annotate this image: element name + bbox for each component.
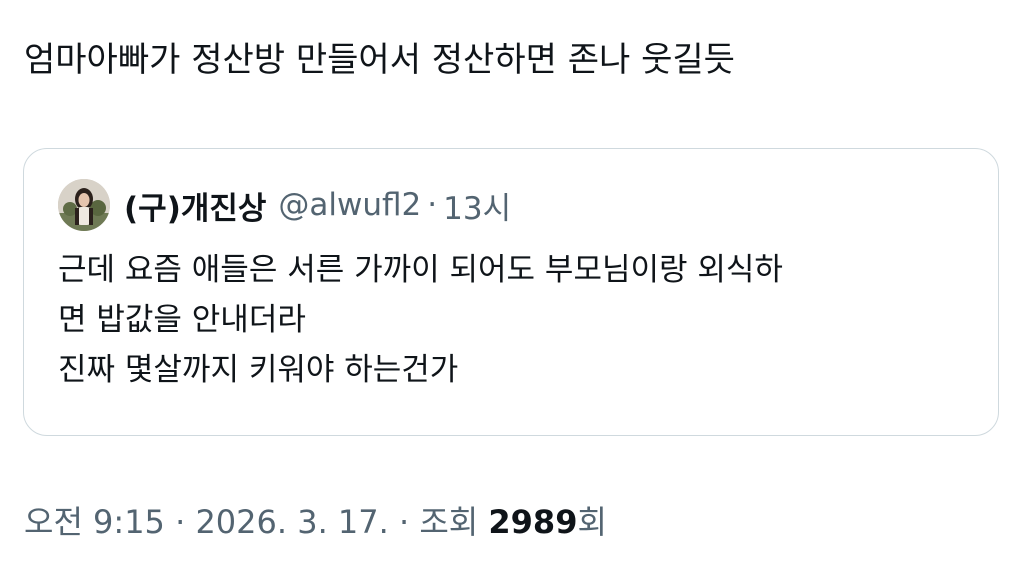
separator-dot: · xyxy=(398,503,410,541)
tweet-meta: 오전 9:15 · 2026. 3. 17. · 조회 2989회 xyxy=(24,500,607,544)
views-suffix: 회 xyxy=(577,503,607,541)
quoted-tweet-header: (구)개진상 @alwufl2 · 13시 xyxy=(58,179,511,231)
views-label: 조회 xyxy=(419,503,479,541)
quoted-tweet-card[interactable]: (구)개진상 @alwufl2 · 13시 근데 요즘 애들은 서른 가까이 되… xyxy=(23,148,999,436)
quoted-author-name[interactable]: (구)개진상 xyxy=(124,183,266,228)
separator-dot: · xyxy=(175,503,186,541)
profile-photo-icon xyxy=(58,179,110,231)
quoted-text-line: 면 밥값을 안내더라 xyxy=(58,302,306,338)
avatar[interactable] xyxy=(58,179,110,231)
quoted-text-line: 근데 요즘 애들은 서른 가까이 되어도 부모님이랑 외식하 xyxy=(58,252,783,288)
quoted-tweet-text: 근데 요즘 애들은 서른 가까이 되어도 부모님이랑 외식하 면 밥값을 안내더… xyxy=(58,245,968,395)
quoted-text-line: 진짜 몇살까지 키워야 하는건가 xyxy=(58,352,459,388)
tweet-time[interactable]: 오전 9:15 xyxy=(24,503,165,541)
separator-dot: · xyxy=(427,187,438,223)
tweet-text: 엄마아빠가 정산방 만들어서 정산하면 존나 웃길듯 xyxy=(24,40,735,80)
views-count[interactable]: 2989 xyxy=(488,503,577,541)
tweet-date[interactable]: 2026. 3. 17. xyxy=(195,503,388,541)
quoted-tweet-time[interactable]: 13시 xyxy=(443,183,511,228)
quoted-author-handle[interactable]: @alwufl2 xyxy=(278,187,421,223)
